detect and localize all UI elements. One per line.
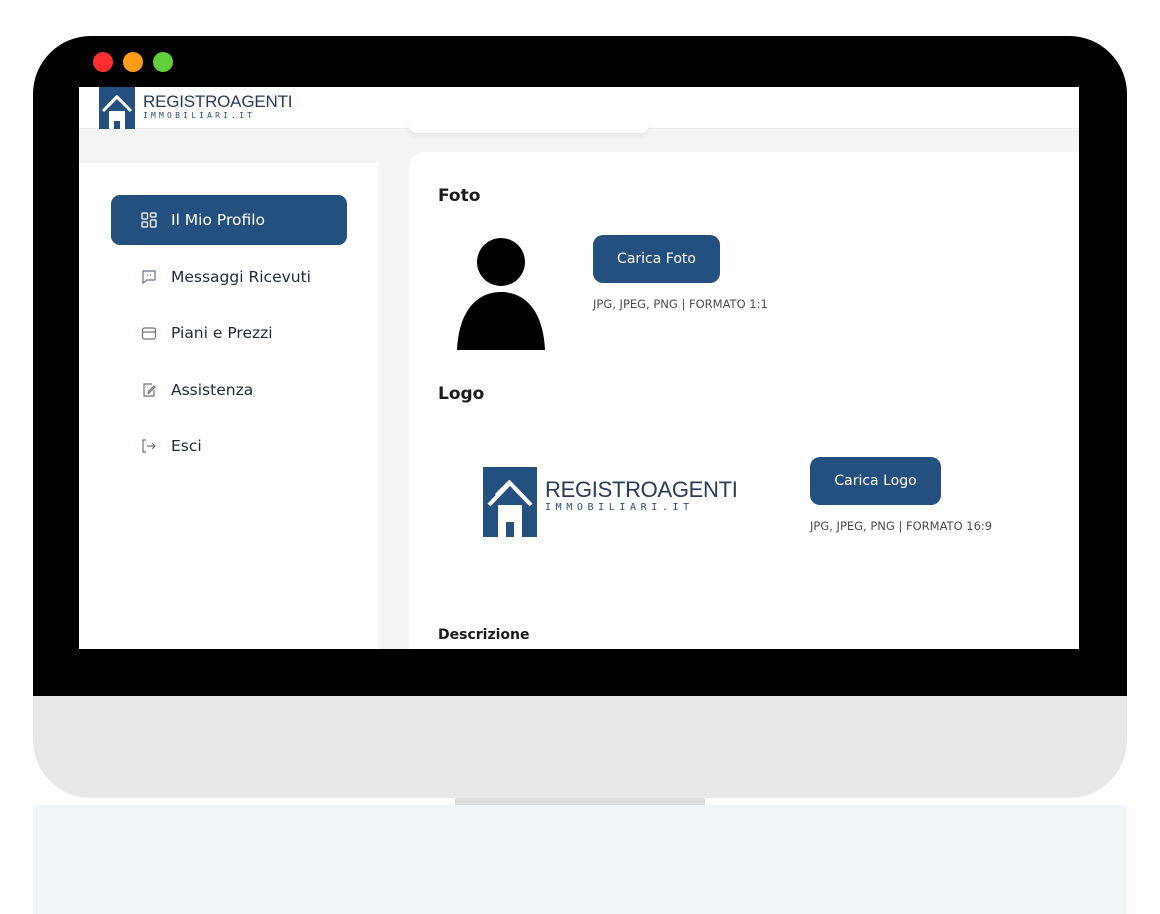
app-screen: REGISTROAGENTI IMMOBILIARI.IT Il Mio Pro… <box>79 87 1079 649</box>
sidebar-item-messages[interactable]: Messaggi Ricevuti <box>111 252 347 302</box>
logout-icon <box>141 438 157 454</box>
sidebar-item-label: Piani e Prezzi <box>171 324 273 342</box>
sidebar-item-label: Esci <box>171 437 202 455</box>
close-window-dot[interactable] <box>93 52 113 72</box>
sidebar-item-label: Messaggi Ricevuti <box>171 268 311 286</box>
photo-format-hint: JPG, JPEG, PNG | FORMATO 1:1 <box>593 297 768 311</box>
sidebar-item-label: Il Mio Profilo <box>171 211 266 229</box>
monitor-stand-base <box>33 805 1127 914</box>
monitor-bezel: REGISTROAGENTI IMMOBILIARI.IT Il Mio Pro… <box>33 36 1127 696</box>
house-logo-icon <box>483 467 537 537</box>
foto-section-title: Foto <box>438 186 481 206</box>
house-logo-icon <box>99 87 135 129</box>
box-icon <box>141 325 157 341</box>
chat-icon <box>141 269 157 285</box>
brand-title: REGISTROAGENTI <box>143 92 293 111</box>
sidebar-item-label: Assistenza <box>171 381 254 399</box>
profile-main-panel: Foto Carica Foto JPG, JPEG, PNG | FORMAT… <box>409 152 1079 649</box>
avatar-placeholder <box>457 236 545 350</box>
top-search-pill[interactable] <box>409 117 649 133</box>
upload-photo-button[interactable]: Carica Foto <box>593 235 720 283</box>
upload-logo-button[interactable]: Carica Logo <box>810 457 941 505</box>
maximize-window-dot[interactable] <box>153 52 173 72</box>
brand-logo[interactable]: REGISTROAGENTI IMMOBILIARI.IT <box>99 87 292 129</box>
monitor-frame: REGISTROAGENTI IMMOBILIARI.IT Il Mio Pro… <box>33 36 1127 798</box>
top-bar: REGISTROAGENTI IMMOBILIARI.IT <box>79 87 1079 133</box>
description-label: Descrizione <box>438 627 530 643</box>
logo-preview: REGISTROAGENTI IMMOBILIARI.IT <box>483 467 743 537</box>
sidebar-item-support[interactable]: Assistenza <box>111 365 347 415</box>
logo-section-title: Logo <box>438 384 485 404</box>
edit-icon <box>141 382 157 398</box>
logo-preview-subtitle: IMMOBILIARI.IT <box>545 502 694 513</box>
window-controls <box>93 52 173 72</box>
logo-format-hint: JPG, JPEG, PNG | FORMATO 16:9 <box>810 519 993 533</box>
logo-preview-title: REGISTROAGENTI <box>545 477 738 502</box>
sidebar-item-profile[interactable]: Il Mio Profilo <box>111 195 347 245</box>
sidebar-item-plans[interactable]: Piani e Prezzi <box>111 308 347 358</box>
sidebar: Il Mio Profilo Messaggi Ricevuti Piani e… <box>79 163 378 649</box>
grid-icon <box>141 212 157 228</box>
user-silhouette-icon <box>457 238 545 350</box>
sidebar-item-logout[interactable]: Esci <box>111 421 347 471</box>
brand-subtitle: IMMOBILIARI.IT <box>143 111 256 120</box>
minimize-window-dot[interactable] <box>123 52 143 72</box>
